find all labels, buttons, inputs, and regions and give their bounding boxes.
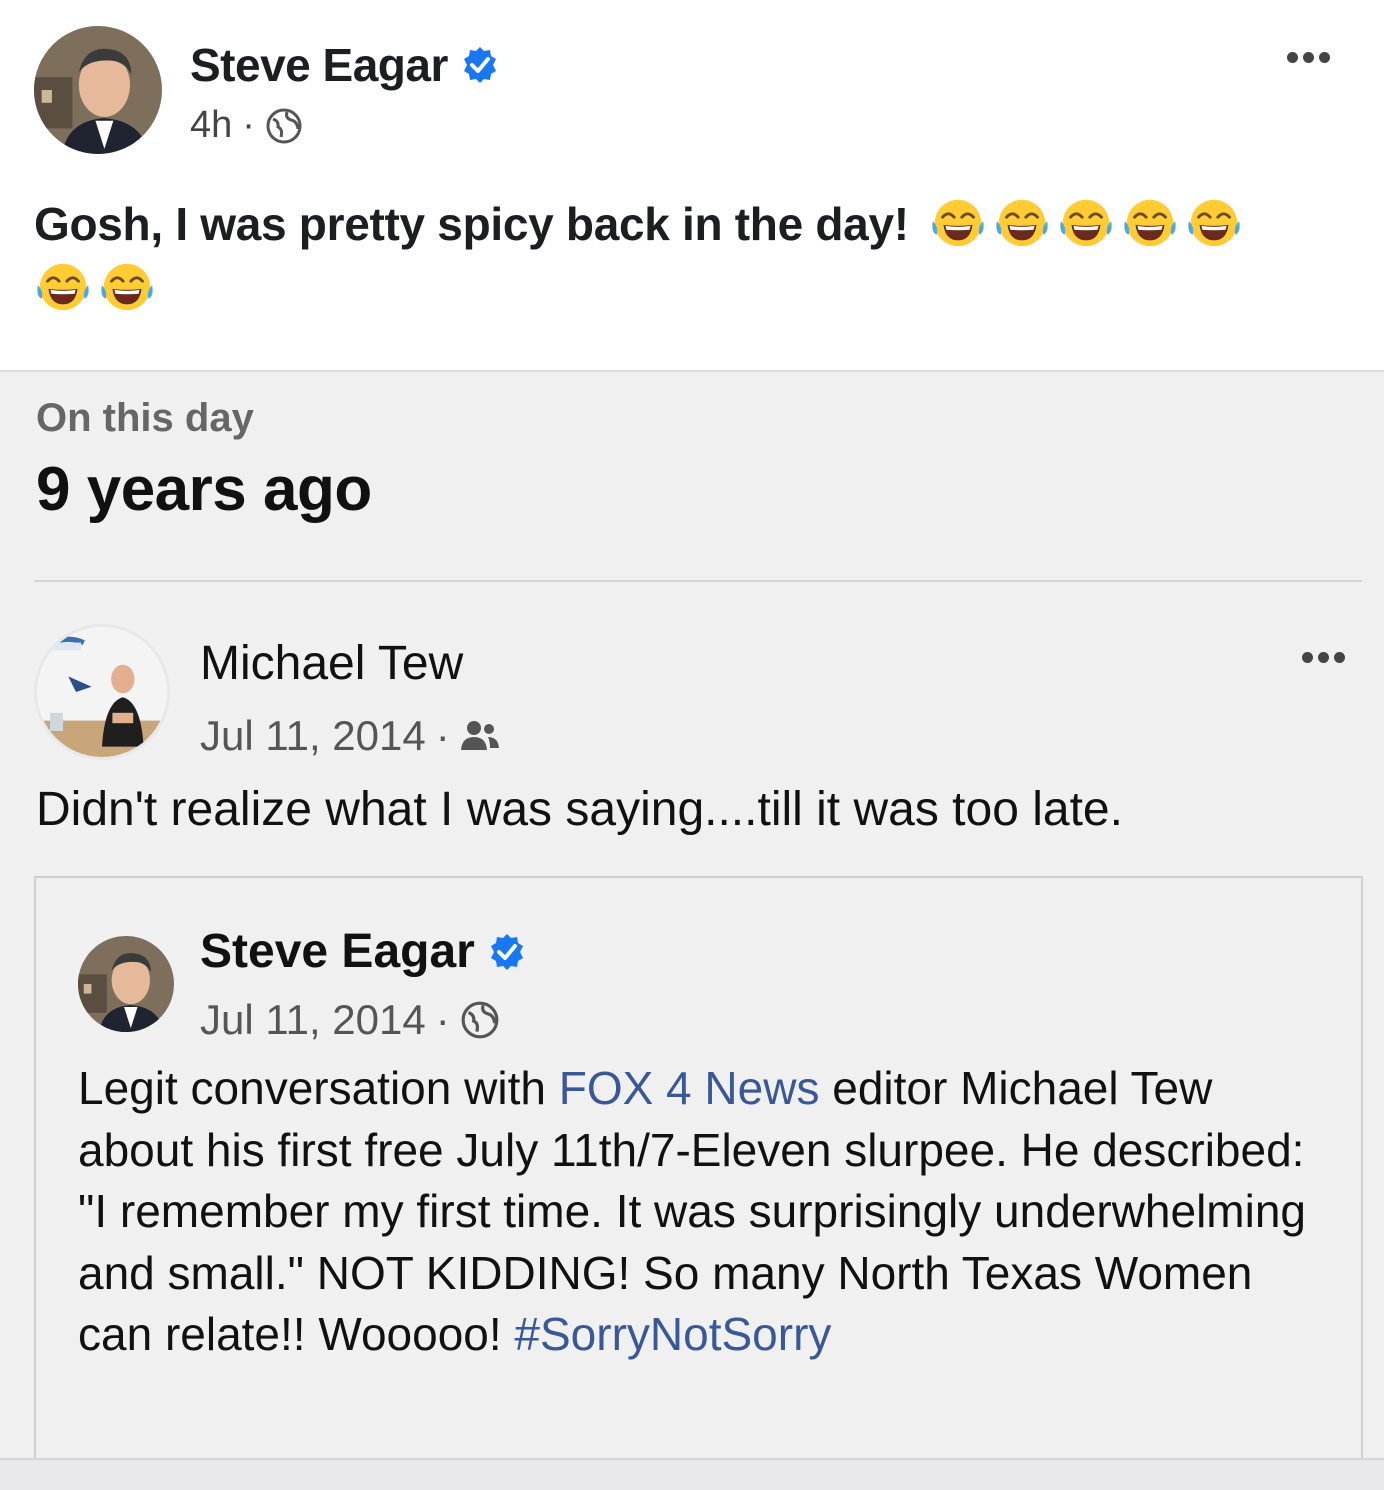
- post-time[interactable]: 4h: [190, 104, 232, 147]
- more-options-button[interactable]: [1302, 652, 1345, 663]
- dot-icon: [1318, 652, 1329, 663]
- verified-badge-icon: [463, 47, 496, 83]
- avatar[interactable]: [34, 26, 162, 154]
- face-with-tears-of-joy-icon: [1060, 199, 1112, 247]
- post-date[interactable]: Jul 11, 2014: [200, 996, 426, 1044]
- memory-section: On this day 9 years ago Michael Tew Jul …: [0, 370, 1384, 1490]
- dot-icon: [1334, 652, 1345, 663]
- face-with-tears-of-joy-icon: [101, 263, 153, 311]
- author-name[interactable]: Steve Eagar: [190, 38, 500, 92]
- author-name[interactable]: Michael Tew: [200, 636, 463, 691]
- dot-icon: [1287, 52, 1298, 63]
- memory-label: On this day: [36, 396, 254, 440]
- face-with-tears-of-joy-icon: [1188, 199, 1240, 247]
- post-text-content: Gosh, I was pretty spicy back in the day…: [34, 198, 909, 250]
- author-name-text[interactable]: Steve Eagar: [190, 38, 448, 92]
- dot-icon: [1302, 652, 1313, 663]
- emoji-group: [34, 258, 156, 316]
- post-date[interactable]: Jul 11, 2014: [200, 712, 426, 760]
- post-text: Gosh, I was pretty spicy back in the day…: [34, 192, 1354, 320]
- face-with-tears-of-joy-icon: [932, 199, 984, 247]
- divider: [34, 580, 1362, 582]
- bottom-edge: [0, 1458, 1384, 1490]
- face-with-tears-of-joy-icon: [1124, 199, 1176, 247]
- post-meta: 4h ·: [190, 104, 303, 147]
- globe-icon: [266, 108, 302, 143]
- more-options-button[interactable]: [1287, 52, 1330, 63]
- post-text-part: Legit conversation with: [78, 1062, 559, 1114]
- post-text: Didn't realize what I was saying....till…: [36, 783, 1123, 836]
- top-post: Steve Eagar 4h · Gosh, I was pretty spic…: [0, 0, 1384, 370]
- dot-icon: [1319, 52, 1330, 63]
- author-name-text[interactable]: Steve Eagar: [200, 924, 475, 979]
- meta-separator: ·: [435, 712, 450, 759]
- face-with-tears-of-joy-icon: [996, 199, 1048, 247]
- dot-icon: [1303, 52, 1314, 63]
- avatar[interactable]: [78, 936, 174, 1032]
- emoji-group: [929, 194, 1243, 252]
- post-text: Legit conversation with FOX 4 News edito…: [78, 1058, 1338, 1366]
- shared-post-card[interactable]: Steve Eagar Jul 11, 2014 · Legit convers…: [34, 876, 1363, 1466]
- post-meta: Jul 11, 2014 ·: [200, 712, 500, 760]
- memory-years-ago: 9 years ago: [36, 455, 372, 524]
- hashtag-link[interactable]: #SorryNotSorry: [514, 1308, 831, 1360]
- verified-badge-icon: [490, 933, 523, 970]
- friends-icon: [460, 721, 499, 750]
- meta-separator: ·: [435, 996, 450, 1043]
- globe-icon: [461, 1001, 499, 1039]
- post-meta: Jul 11, 2014 ·: [200, 996, 500, 1044]
- page-link[interactable]: FOX 4 News: [559, 1062, 820, 1114]
- author-name[interactable]: Steve Eagar: [200, 924, 527, 979]
- meta-separator: ·: [242, 104, 255, 146]
- avatar[interactable]: [34, 624, 170, 760]
- face-with-tears-of-joy-icon: [37, 263, 89, 311]
